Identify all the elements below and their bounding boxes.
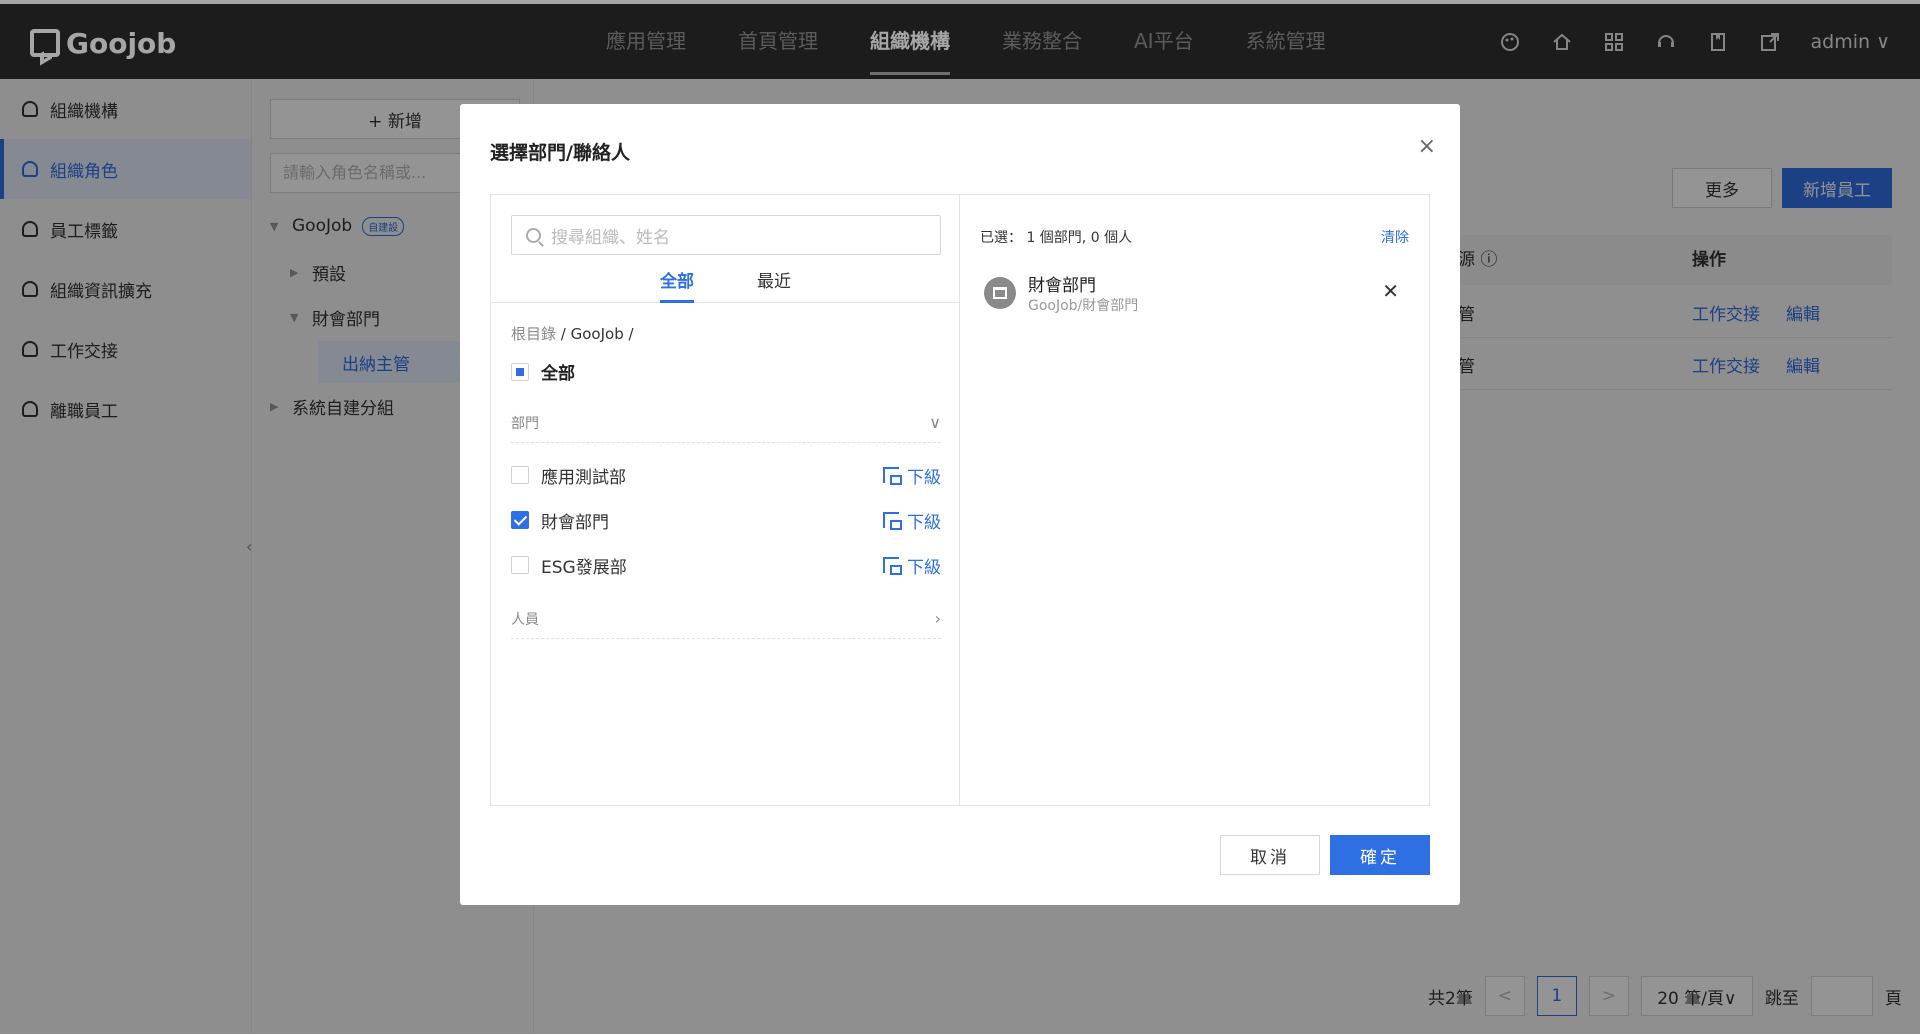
dept-name: 應用測試部 [541,467,626,488]
hierarchy-icon [883,557,902,575]
org-icon [993,287,1007,299]
section-label: 部門 [511,415,539,432]
section-label: 人員 [511,611,539,628]
sub-level-label: 下級 [907,512,941,533]
hierarchy-icon [883,467,902,485]
search-placeholder: 搜尋組織、姓名 [551,227,670,248]
people-section-header[interactable]: 人員 › [511,599,941,639]
tab-recent[interactable]: 最近 [757,267,791,303]
picker-tabs: 全部 最近 [491,267,960,303]
picker-selected-pane: 已選： 1 個部門, 0 個人 清除 財會部門 GooJob/財會部門 ✕ [960,195,1429,805]
dialog-title: 選擇部門/聯絡人 [490,142,630,164]
header-overlay [0,0,1920,79]
list-item[interactable]: 應用測試部 下級 [511,455,941,495]
list-item[interactable]: 財會部門 下級 [511,500,941,540]
clear-selection-link[interactable]: 清除 [1381,227,1409,247]
sub-level-link[interactable]: 下級 [883,463,941,488]
search-icon [526,227,541,243]
cancel-button[interactable]: 取消 [1220,835,1320,875]
selected-summary: 已選： 1 個部門, 0 個人 [980,230,1133,246]
select-all-checkbox[interactable] [511,362,529,381]
selected-item-name: 財會部門 [1028,276,1096,296]
dept-checkbox[interactable] [511,511,529,529]
select-all-row[interactable]: 全部 [511,359,575,384]
hierarchy-icon [883,512,902,530]
sub-level-link[interactable]: 下級 [883,553,941,578]
select-dept-contact-dialog: 選擇部門/聯絡人 × 搜尋組織、姓名 全部 最近 根目錄 / GooJob / … [460,104,1460,905]
picker-source-pane: 搜尋組織、姓名 全部 最近 根目錄 / GooJob / 全部 部門 ∨ 應用測… [491,195,960,805]
breadcrumb-root[interactable]: 根目錄 [511,325,556,343]
select-all-label: 全部 [541,364,575,384]
dept-section-header[interactable]: 部門 ∨ [511,403,941,443]
selected-item-path: GooJob/財會部門 [1028,298,1139,314]
sub-level-label: 下級 [907,467,941,488]
chevron-right-icon[interactable]: › [935,609,941,628]
picker-panel: 搜尋組織、姓名 全部 最近 根目錄 / GooJob / 全部 部門 ∨ 應用測… [490,194,1430,806]
sub-level-label: 下級 [907,557,941,578]
sub-level-link[interactable]: 下級 [883,508,941,533]
dept-checkbox[interactable] [511,556,529,574]
remove-selected-icon[interactable]: ✕ [1382,279,1399,303]
org-search-input[interactable]: 搜尋組織、姓名 [511,215,941,255]
dept-name: 財會部門 [541,512,609,533]
dept-checkbox[interactable] [511,466,529,484]
confirm-button[interactable]: 確定 [1330,835,1430,875]
chevron-down-icon[interactable]: ∨ [929,413,941,432]
dept-name: ESG發展部 [541,557,627,578]
department-avatar [984,277,1016,309]
breadcrumb-path[interactable]: / GooJob / [561,325,634,343]
selected-item: 財會部門 GooJob/財會部門 ✕ [984,269,1409,319]
list-item[interactable]: ESG發展部 下級 [511,545,941,585]
breadcrumb: 根目錄 / GooJob / [511,323,634,344]
tab-all[interactable]: 全部 [660,267,694,303]
close-icon[interactable]: × [1418,134,1436,159]
